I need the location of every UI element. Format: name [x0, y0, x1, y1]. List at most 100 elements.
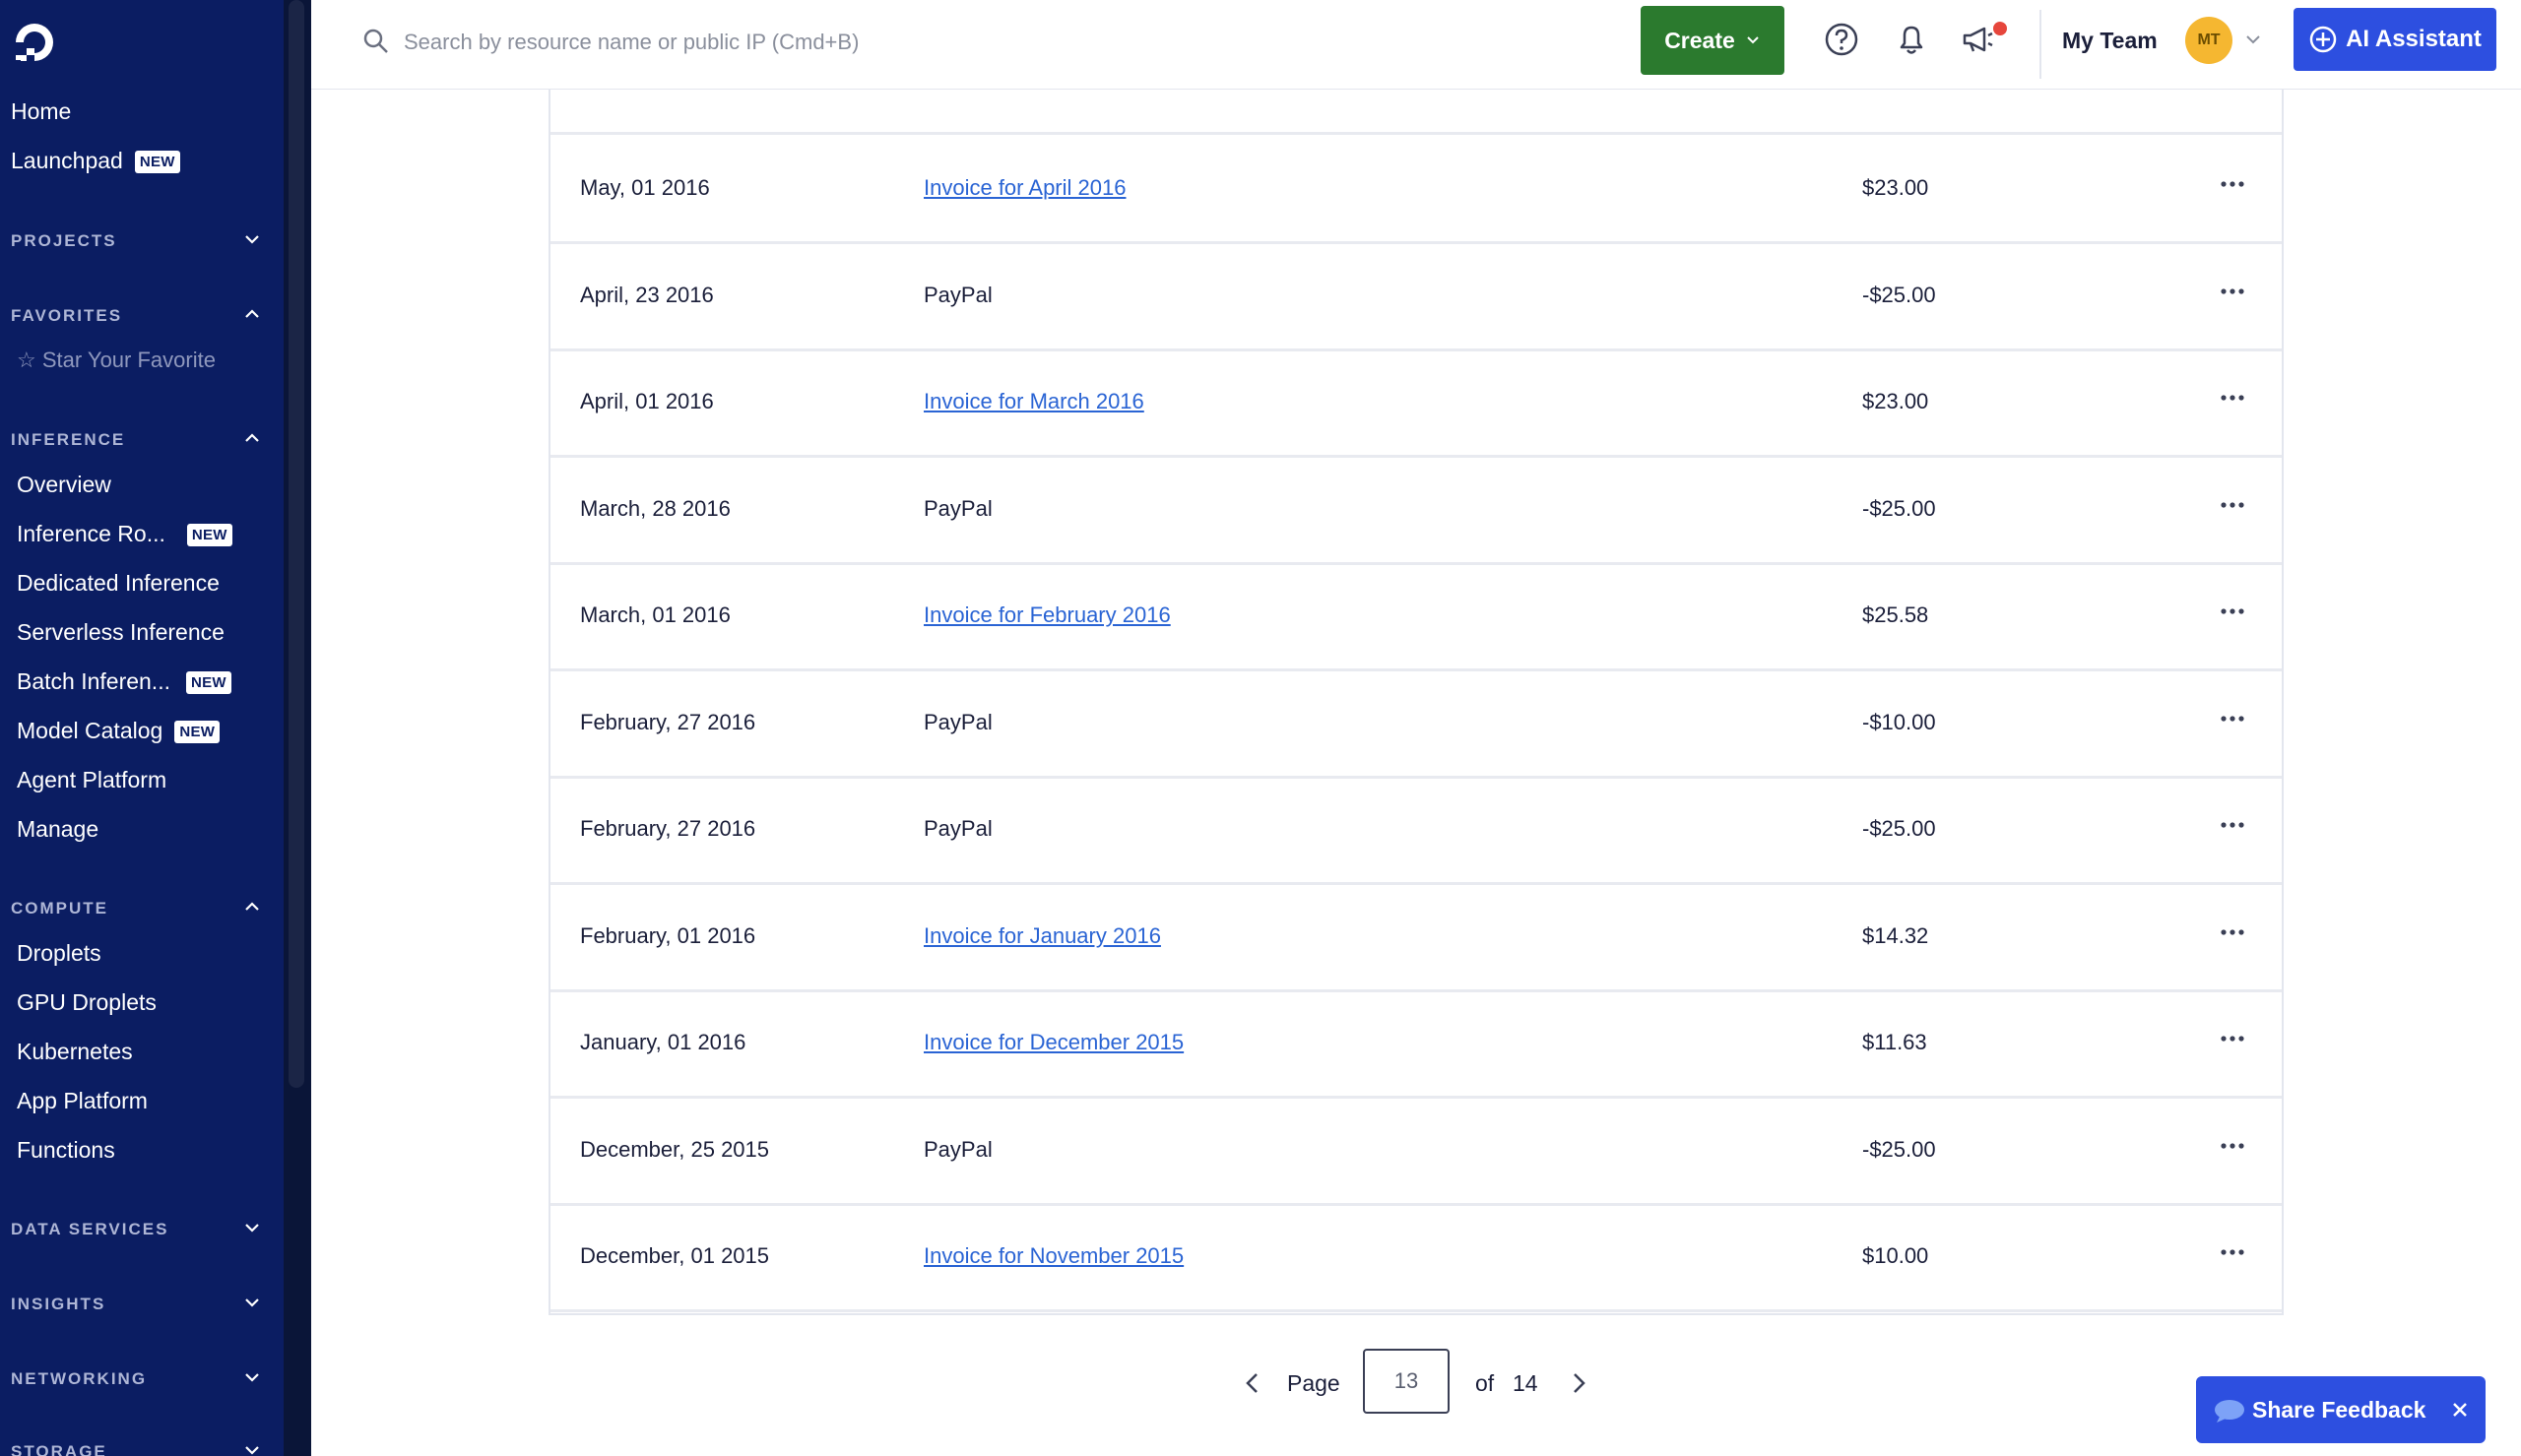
invoice-link[interactable]: Invoice for April 2016 — [924, 175, 1126, 200]
chevron-right-icon[interactable] — [1564, 1368, 1593, 1398]
page-number-input[interactable] — [1363, 1349, 1450, 1414]
row-amount: $23.00 — [1862, 389, 1929, 413]
sidebar-item-kubernetes[interactable]: Kubernetes — [17, 1039, 133, 1065]
section-storage[interactable]: STORAGE — [11, 1442, 262, 1456]
ai-assistant-button[interactable]: AI Assistant — [2294, 8, 2496, 71]
invoice-link[interactable]: Invoice for February 2016 — [924, 602, 1171, 627]
invoice-link[interactable]: Invoice for December 2015 — [924, 1030, 1184, 1054]
avatar[interactable]: MT — [2185, 17, 2232, 64]
row-amount: $11.63 — [1862, 1030, 1927, 1054]
more-options-icon[interactable] — [2218, 1131, 2247, 1161]
more-options-icon[interactable] — [2218, 1237, 2247, 1267]
chevron-down-icon — [245, 1373, 259, 1382]
new-badge: NEW — [185, 671, 231, 695]
row-amount: -$25.00 — [1862, 495, 1936, 521]
sidebar-item-home[interactable]: Home — [11, 98, 71, 125]
table-row: February, 27 2016 PayPal -$10.00 — [550, 670, 2282, 779]
more-options-icon[interactable] — [2218, 918, 2247, 947]
create-button[interactable]: Create — [1641, 6, 1784, 75]
sidebar-item-inference-router[interactable]: Inference Ro... NEW — [17, 521, 232, 547]
help-icon[interactable] — [1822, 20, 1861, 59]
chevron-left-icon[interactable] — [1238, 1368, 1267, 1398]
more-options-icon[interactable] — [2218, 169, 2247, 199]
section-label: NETWORKING — [11, 1369, 148, 1388]
chevron-down-icon[interactable] — [2243, 30, 2263, 49]
row-description: PayPal — [924, 816, 993, 841]
sidebar-item-batch-inference[interactable]: Batch Inferen... NEW — [17, 668, 231, 695]
row-description: Invoice for February 2016 — [924, 602, 1171, 628]
invoice-link[interactable]: Invoice for November 2015 — [924, 1243, 1184, 1268]
section-insights[interactable]: INSIGHTS — [11, 1295, 262, 1314]
table-row: April, 23 2016 PayPal -$25.00 — [550, 243, 2282, 351]
sidebar-item-model-catalog[interactable]: Model Catalog NEW — [17, 718, 221, 744]
row-description: PayPal — [924, 1136, 993, 1162]
chevron-down-icon — [245, 1298, 259, 1307]
bell-icon[interactable] — [1892, 20, 1931, 59]
row-date: February, 01 2016 — [580, 922, 756, 948]
more-options-icon[interactable] — [2218, 383, 2247, 412]
row-amount: -$25.00 — [1862, 1136, 1936, 1162]
row-date: March, 01 2016 — [580, 602, 731, 627]
sidebar: Home Launchpad NEW PROJECTS FAVORITES ☆ S… — [0, 0, 311, 1456]
table-row: April, 01 2016 Invoice for March 2016 $23.… — [550, 349, 2282, 458]
section-label: INFERENCE — [11, 430, 126, 449]
section-inference[interactable]: INFERENCE — [11, 430, 262, 450]
team-switcher[interactable]: My Team — [2062, 28, 2158, 54]
more-options-icon[interactable] — [2218, 597, 2247, 626]
invoice-link[interactable]: Invoice for March 2016 — [924, 389, 1144, 413]
section-compute[interactable]: COMPUTE — [11, 899, 262, 918]
share-feedback-button[interactable]: Share Feedback — [2196, 1376, 2486, 1443]
notification-dot — [1993, 22, 2007, 35]
sidebar-item-droplets[interactable]: Droplets — [17, 940, 101, 967]
sidebar-item-manage[interactable]: Manage — [17, 816, 98, 843]
chevron-up-icon — [245, 433, 259, 442]
section-favorites[interactable]: FAVORITES — [11, 306, 262, 326]
chat-bubble-icon — [2215, 1400, 2244, 1423]
table-row: January, 01 2016 Invoice for December 201… — [550, 990, 2282, 1099]
page-label: Page — [1287, 1370, 1340, 1396]
digitalocean-logo-icon[interactable] — [10, 18, 59, 67]
row-date: April, 01 2016 — [580, 389, 714, 413]
sidebar-item-app-platform[interactable]: App Platform — [17, 1088, 148, 1114]
section-label: STORAGE — [11, 1442, 107, 1456]
sidebar-item-gpu-droplets[interactable]: GPU Droplets — [17, 989, 157, 1016]
sidebar-item-overview[interactable]: Overview — [17, 472, 111, 498]
invoice-link[interactable]: Invoice for January 2016 — [924, 923, 1161, 948]
sidebar-item-label: Inference Ro... — [17, 521, 165, 546]
section-projects[interactable]: PROJECTS — [11, 231, 262, 251]
row-date: December, 01 2015 — [580, 1243, 770, 1268]
section-label: DATA SERVICES — [11, 1220, 169, 1238]
sidebar-item-dedicated-inference[interactable]: Dedicated Inference — [17, 570, 220, 597]
top-bar: Create My Team MT AI Assistant — [311, 0, 2521, 90]
sidebar-item-agent-platform[interactable]: Agent Platform — [17, 767, 166, 793]
more-options-icon[interactable] — [2218, 704, 2247, 733]
more-options-icon[interactable] — [2218, 810, 2247, 840]
section-networking[interactable]: NETWORKING — [11, 1369, 262, 1389]
table-row-partial — [550, 90, 2282, 135]
sidebar-item-launchpad[interactable]: Launchpad NEW — [11, 148, 180, 174]
table-row: February, 01 2016 Invoice for January 201… — [550, 884, 2282, 992]
of-label: of — [1475, 1370, 1495, 1396]
plus-circle-icon — [2309, 26, 2337, 53]
row-description: PayPal — [924, 495, 993, 521]
row-date: December, 25 2015 — [580, 1136, 770, 1162]
star-icon: ☆ — [17, 348, 36, 372]
row-amount: $23.00 — [1862, 175, 1929, 200]
chevron-down-icon — [245, 1446, 259, 1455]
table-row: March, 28 2016 PayPal -$25.00 — [550, 457, 2282, 565]
sidebar-item-functions[interactable]: Functions — [17, 1137, 115, 1164]
row-date: April, 23 2016 — [580, 282, 714, 307]
more-options-icon[interactable] — [2218, 1024, 2247, 1053]
row-description: PayPal — [924, 709, 993, 734]
section-data-services[interactable]: DATA SERVICES — [11, 1220, 262, 1239]
close-icon[interactable] — [2450, 1400, 2470, 1420]
sidebar-item-serverless-inference[interactable]: Serverless Inference — [17, 619, 225, 646]
divider — [2039, 10, 2041, 79]
more-options-icon[interactable] — [2218, 277, 2247, 306]
sidebar-scrollbar-thumb[interactable] — [289, 0, 304, 1088]
more-options-icon[interactable] — [2218, 490, 2247, 520]
search-input[interactable] — [402, 20, 997, 65]
megaphone-icon[interactable] — [1959, 20, 1998, 59]
row-date: March, 28 2016 — [580, 495, 731, 521]
row-date: February, 27 2016 — [580, 709, 756, 734]
